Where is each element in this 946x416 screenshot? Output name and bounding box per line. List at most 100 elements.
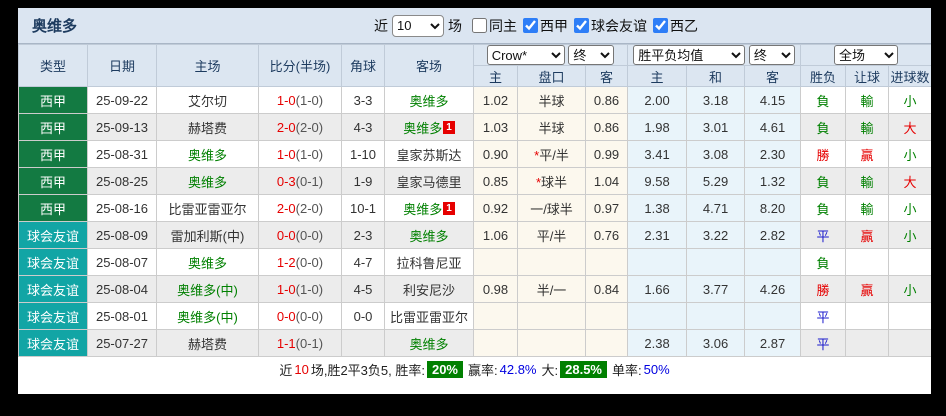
sub-avg-lose: 客 [745, 66, 801, 87]
away-team[interactable]: 利安尼沙 [403, 283, 455, 298]
home-team[interactable]: 奥维多 [157, 168, 259, 195]
fulltime-score: 0-3 [277, 174, 296, 189]
filter-checkbox-item[interactable]: 同主 [472, 16, 517, 36]
result-goals: 小 [889, 276, 931, 303]
table-row[interactable]: 球会友谊 25-07-27 赫塔费 1-1(0-1) 奥维多 2.38 3.06… [19, 330, 932, 357]
group-odds: Crow* 终 [474, 45, 628, 66]
fulltime-score: 1-0 [277, 93, 296, 108]
avg-draw-value: 4.71 [687, 195, 745, 222]
avg-draw-value [687, 303, 745, 330]
home-team[interactable]: 赫塔费 [157, 114, 259, 141]
odds-home-value: 1.03 [474, 114, 518, 141]
avg-win-value: 9.58 [628, 168, 687, 195]
fulltime-score: 0-0 [277, 228, 296, 243]
league-type-cell: 球会友谊 [19, 303, 88, 330]
match-date: 25-08-01 [88, 303, 157, 330]
filter-checkbox-item[interactable]: 球会友谊 [574, 16, 647, 36]
away-team[interactable]: 拉科鲁尼亚 [396, 256, 461, 271]
sub-result-wdl: 胜负 [801, 66, 846, 87]
odds-home-value [474, 330, 518, 357]
away-cell: 拉科鲁尼亚 [385, 249, 474, 276]
table-row[interactable]: 球会友谊 25-08-01 奥维多(中) 0-0(0-0) 0-0 比雷亚雷亚尔… [19, 303, 932, 330]
away-team[interactable]: 奥维多 [403, 121, 442, 136]
table-row[interactable]: 西甲 25-08-16 比雷亚雷亚尔 2-0(2-0) 10-1 奥维多1 0.… [19, 195, 932, 222]
filter-checkbox[interactable] [523, 18, 538, 33]
home-team[interactable]: 艾尔切 [157, 87, 259, 114]
filter-checkbox[interactable] [653, 18, 668, 33]
odds-away-value: 1.04 [586, 168, 628, 195]
scope-select[interactable]: 全场 [834, 45, 898, 65]
table-row[interactable]: 球会友谊 25-08-09 雷加利斯(中) 0-0(0-0) 2-3 奥维多 1… [19, 222, 932, 249]
away-team[interactable]: 奥维多 [403, 202, 442, 217]
fulltime-score: 0-0 [277, 309, 296, 324]
corners-value: 4-5 [342, 276, 385, 303]
avg-draw-value: 3.18 [687, 87, 745, 114]
filter-checkbox-label: 西甲 [540, 16, 568, 36]
away-team[interactable]: 奥维多 [409, 94, 448, 109]
filter-checkboxes: 同主 西甲 球会友谊 西乙 [466, 16, 698, 36]
table-row[interactable]: 西甲 25-08-25 奥维多 0-3(0-1) 1-9 皇家马德里 0.85 … [19, 168, 932, 195]
result-wdl: 負 [801, 168, 846, 195]
result-wdl: 平 [801, 303, 846, 330]
avg-win-value: 1.98 [628, 114, 687, 141]
avg-select[interactable]: 胜平负均值 [633, 45, 745, 65]
table-row[interactable]: 球会友谊 25-08-04 奥维多(中) 1-0(1-0) 4-5 利安尼沙 0… [19, 276, 932, 303]
win-rate-badge: 20% [427, 361, 463, 378]
table-row[interactable]: 西甲 25-09-13 赫塔费 2-0(2-0) 4-3 奥维多1 1.03 半… [19, 114, 932, 141]
away-team[interactable]: 奥维多 [409, 229, 448, 244]
filter-checkbox[interactable] [472, 18, 487, 33]
odds-away-value: 0.84 [586, 276, 628, 303]
away-team[interactable]: 皇家苏斯达 [396, 148, 461, 163]
table-row[interactable]: 西甲 25-09-22 艾尔切 1-0(1-0) 3-3 奥维多 1.02 半球… [19, 87, 932, 114]
away-team[interactable]: 比雷亚雷亚尔 [390, 310, 468, 325]
away-team[interactable]: 皇家马德里 [396, 175, 461, 190]
sub-avg-draw: 和 [687, 66, 745, 87]
recent-count-select[interactable]: 10 [392, 15, 444, 37]
handicap-text: 半球 [538, 121, 564, 136]
home-team[interactable]: 比雷亚雷亚尔 [157, 195, 259, 222]
odds-home-value: 0.90 [474, 141, 518, 168]
footer-record: 场,胜2平3负5, 胜率: [311, 360, 425, 379]
odds-home-value: 0.92 [474, 195, 518, 222]
footer-text: 近 [279, 360, 292, 379]
away-team[interactable]: 奥维多 [409, 337, 448, 352]
odds-handicap-value [518, 249, 586, 276]
table-row[interactable]: 西甲 25-08-31 奥维多 1-0(1-0) 1-10 皇家苏斯达 0.90… [19, 141, 932, 168]
home-team[interactable]: 奥维多(中) [157, 303, 259, 330]
corners-value: 1-9 [342, 168, 385, 195]
col-away: 客场 [385, 45, 474, 87]
result-wdl: 負 [801, 114, 846, 141]
over-rate-label: 大: [542, 360, 559, 379]
filter-checkbox-item[interactable]: 西乙 [653, 16, 698, 36]
avg-lose-value [745, 249, 801, 276]
avg-draw-value: 3.01 [687, 114, 745, 141]
home-team[interactable]: 赫塔费 [157, 330, 259, 357]
home-team[interactable]: 奥维多 [157, 141, 259, 168]
fulltime-score: 1-0 [277, 282, 296, 297]
avg-lose-value: 4.15 [745, 87, 801, 114]
away-cell: 奥维多1 [385, 114, 474, 141]
avg-final-select[interactable]: 终 [749, 45, 795, 65]
filter-checkbox[interactable] [574, 18, 589, 33]
corners-value: 0-0 [342, 303, 385, 330]
home-team[interactable]: 奥维多 [157, 249, 259, 276]
avg-win-value: 2.31 [628, 222, 687, 249]
halftime-score: (0-0) [296, 255, 323, 270]
halftime-score: (0-0) [296, 228, 323, 243]
sub-odds-away: 客 [586, 66, 628, 87]
home-team[interactable]: 雷加利斯(中) [157, 222, 259, 249]
table-row[interactable]: 球会友谊 25-08-07 奥维多 1-2(0-0) 4-7 拉科鲁尼亚 負 [19, 249, 932, 276]
match-date: 25-08-04 [88, 276, 157, 303]
avg-lose-value: 4.61 [745, 114, 801, 141]
halftime-score: (0-1) [296, 174, 323, 189]
match-date: 25-08-25 [88, 168, 157, 195]
avg-draw-value: 5.29 [687, 168, 745, 195]
avg-win-value: 2.00 [628, 87, 687, 114]
odds-final-select[interactable]: 终 [568, 45, 614, 65]
league-type-cell: 球会友谊 [19, 222, 88, 249]
home-team[interactable]: 奥维多(中) [157, 276, 259, 303]
bookmaker-select[interactable]: Crow* [487, 45, 565, 65]
match-date: 25-07-27 [88, 330, 157, 357]
filter-checkbox-item[interactable]: 西甲 [523, 16, 568, 36]
away-cell: 皇家马德里 [385, 168, 474, 195]
